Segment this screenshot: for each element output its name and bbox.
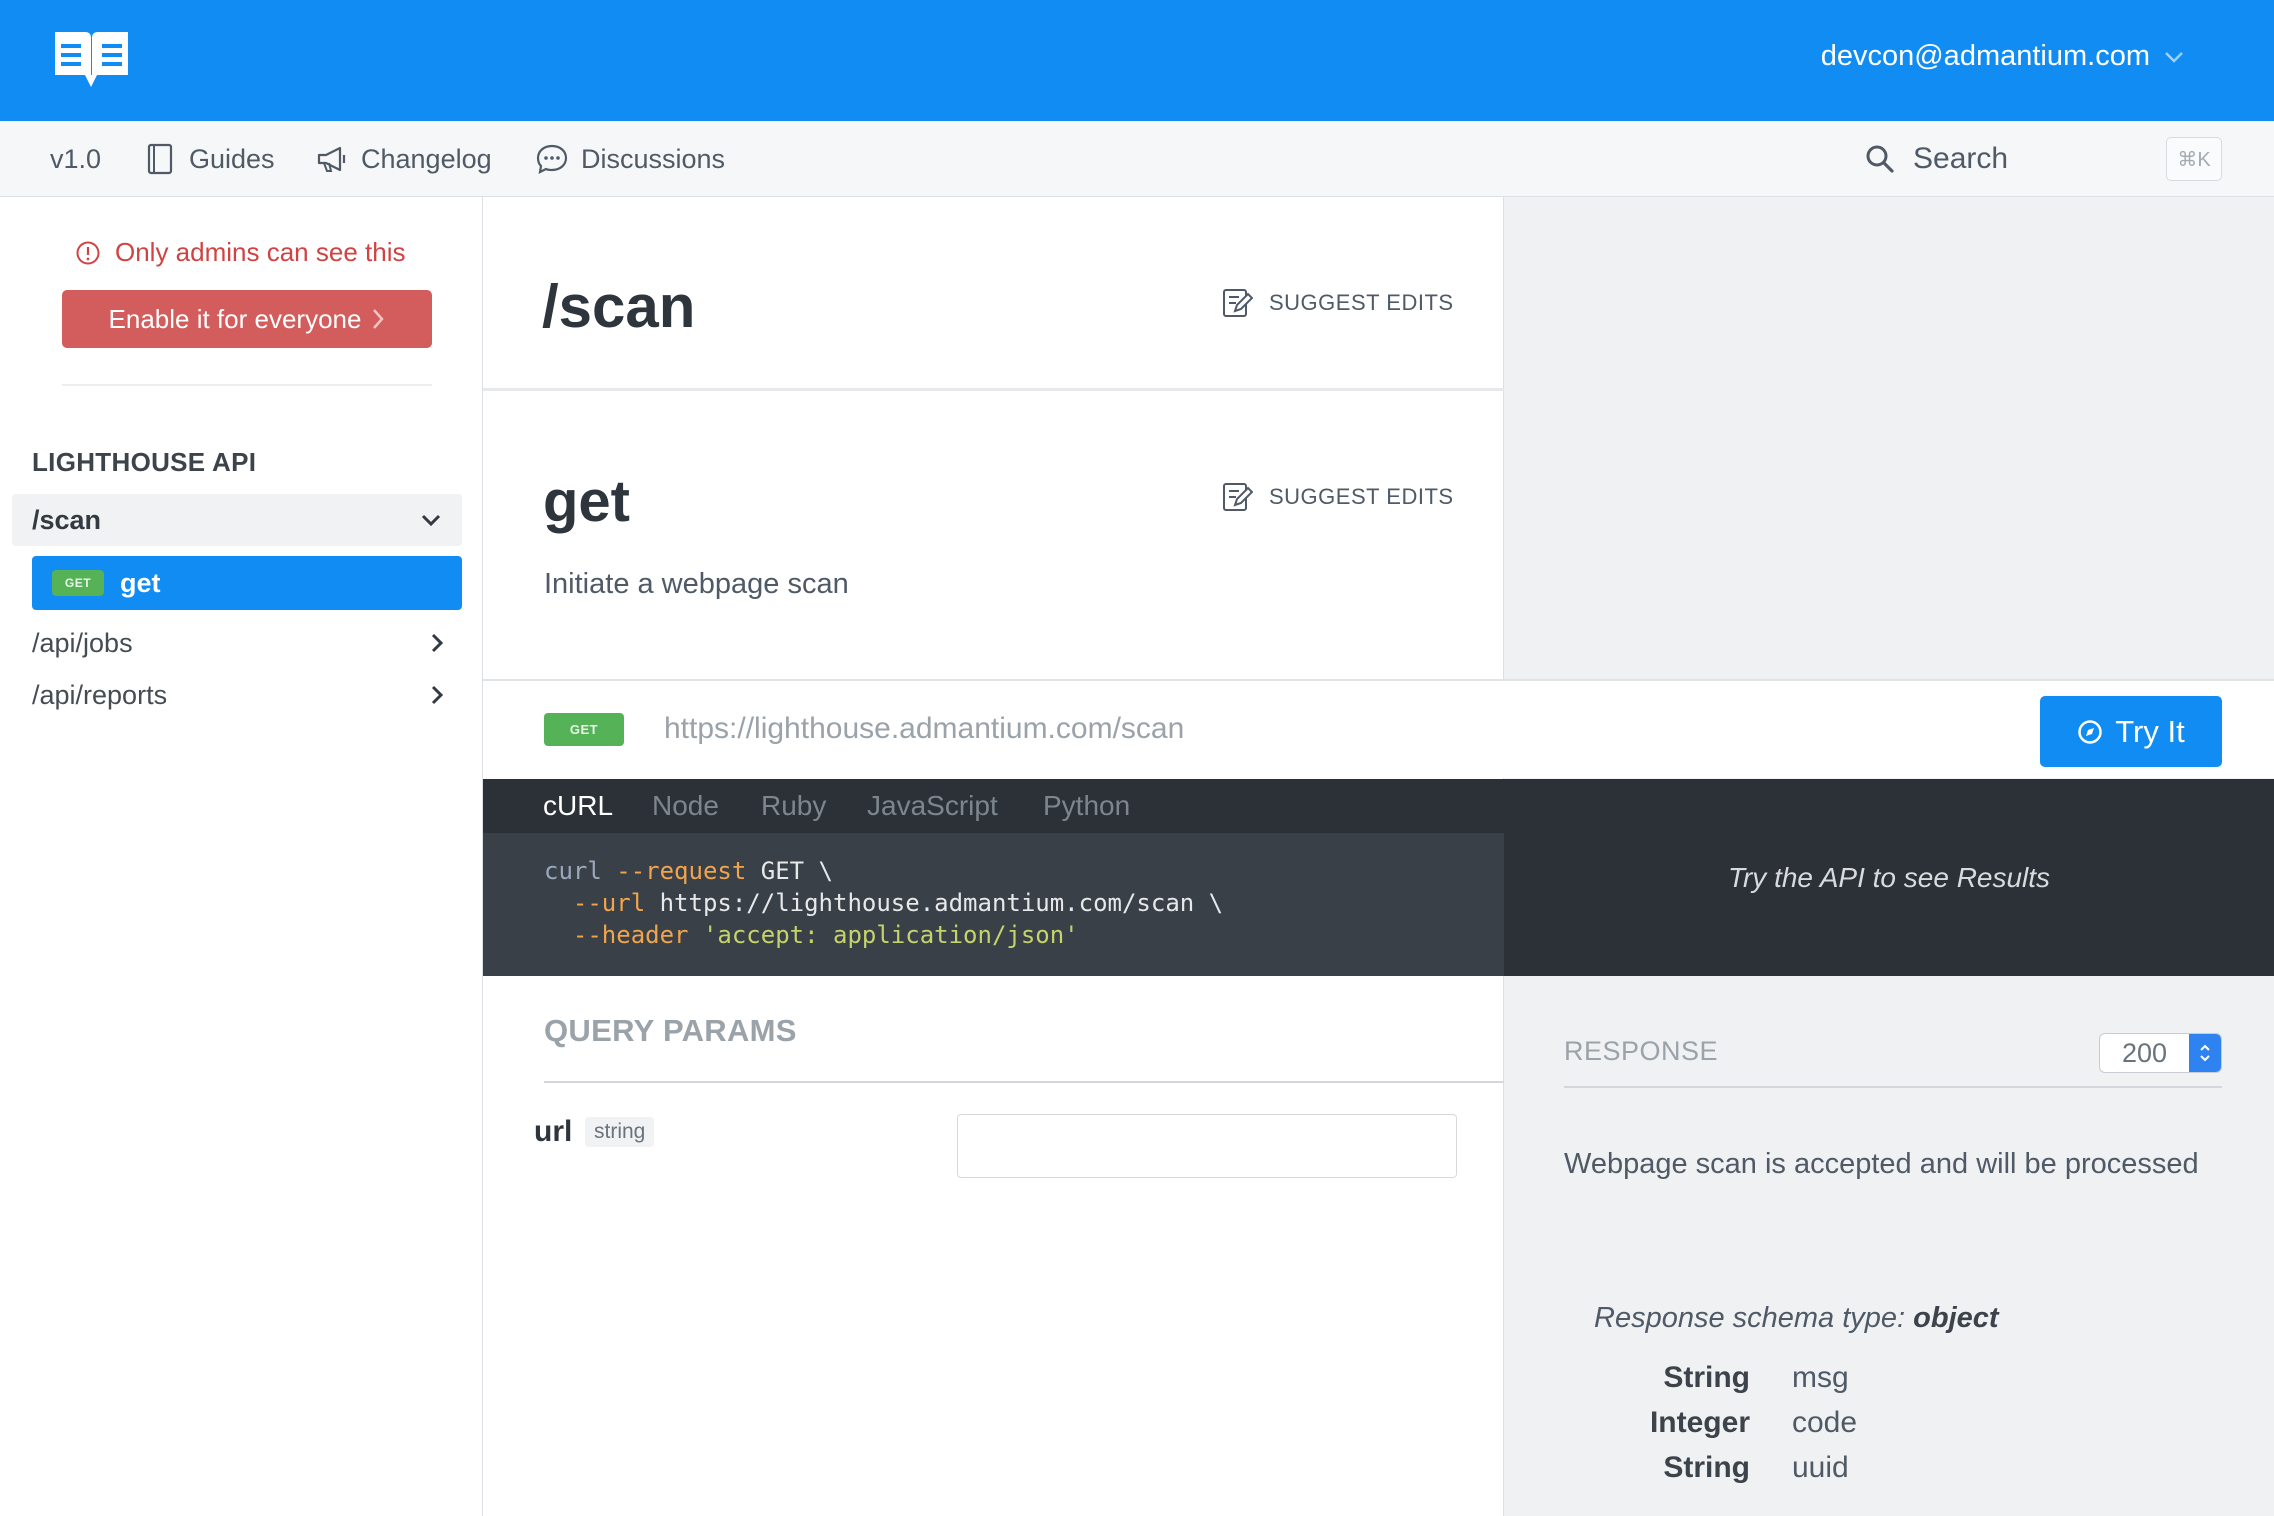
get-method-badge: GET	[52, 570, 104, 596]
sidebar: Only admins can see this Enable it for e…	[0, 197, 483, 1516]
try-it-button[interactable]: Try It	[2040, 696, 2222, 767]
chevron-right-icon	[373, 309, 385, 329]
chevron-down-icon	[2165, 51, 2183, 63]
edit-document-icon	[1223, 289, 1253, 317]
nav-guides[interactable]: Guides	[143, 121, 275, 197]
sidebar-item-scan-get[interactable]: GET get	[32, 556, 462, 610]
field-type: Integer	[1649, 1406, 1750, 1439]
response-status-select[interactable]: 200	[2099, 1033, 2222, 1073]
chevron-down-icon	[421, 514, 441, 527]
status-code-value: 200	[2121, 1037, 2168, 1068]
search-label: Search	[1913, 142, 2009, 175]
version-selector[interactable]: v1.0	[50, 121, 101, 197]
endpoint-url: https://lighthouse.admantium.com/scan	[664, 712, 1185, 745]
tab-javascript[interactable]: JavaScript	[867, 779, 998, 833]
operation-description: Initiate a webpage scan	[544, 568, 849, 600]
sidebar-item-api-jobs[interactable]: /api/jobs	[32, 623, 444, 663]
docs-logo-icon[interactable]	[51, 30, 132, 90]
tab-python[interactable]: Python	[1043, 779, 1130, 833]
suggest-edits-button[interactable]: SUGGEST EDITS	[1221, 481, 1454, 513]
results-hint: Try the API to see Results	[1727, 861, 2051, 893]
chat-bubble-icon	[536, 144, 568, 174]
tab-curl[interactable]: cURL	[543, 779, 613, 833]
schema-field-row: String msg	[1594, 1361, 2194, 1405]
sidebar-divider	[62, 384, 432, 386]
compass-icon	[2078, 719, 2103, 744]
search-icon	[1866, 145, 1894, 173]
select-arrows-icon	[2189, 1034, 2221, 1072]
chevron-right-icon	[431, 633, 444, 653]
url-param-input[interactable]	[957, 1114, 1457, 1178]
page-title: /scan	[542, 273, 696, 340]
edit-document-icon	[1223, 483, 1253, 511]
megaphone-icon	[317, 146, 346, 172]
admin-notice: Only admins can see this	[75, 237, 405, 268]
book-icon	[147, 143, 173, 175]
schema-field-row: String uuid	[1594, 1451, 2194, 1495]
response-schema-type: Response schema type: object	[1594, 1302, 1999, 1334]
tab-node[interactable]: Node	[652, 779, 719, 833]
user-email: devcon@admantium.com	[1820, 40, 2150, 72]
query-params-heading: QUERY PARAMS	[544, 1013, 797, 1048]
top-header: devcon@admantium.com	[0, 0, 2274, 121]
section-divider	[544, 1081, 1504, 1083]
param-name: url	[534, 1115, 573, 1148]
search-button[interactable]: Search	[1865, 121, 2008, 197]
nav-discussions[interactable]: Discussions	[535, 121, 725, 197]
sub-navigation: v1.0 Guides Changelog Discussions Search	[0, 121, 2274, 197]
suggest-edits-button[interactable]: SUGGEST EDITS	[1221, 287, 1454, 319]
operation-title: get	[543, 469, 630, 534]
field-name: msg	[1792, 1361, 1849, 1394]
enable-for-everyone-button[interactable]: Enable it for everyone	[62, 290, 432, 348]
sidebar-section-heading: LIGHTHOUSE API	[32, 447, 257, 477]
schema-field-row: Integer code	[1594, 1406, 2194, 1450]
response-description: Webpage scan is accepted and will be pro…	[1564, 1148, 2199, 1180]
sidebar-item-scan[interactable]: /scan	[12, 494, 462, 546]
field-type: String	[1663, 1361, 1750, 1394]
response-heading: RESPONSE	[1564, 1036, 1719, 1066]
search-shortcut: ⌘K	[2166, 137, 2222, 181]
user-menu[interactable]: devcon@admantium.com	[1821, 40, 2184, 73]
results-panel: Try the API to see Results	[1504, 779, 2274, 976]
field-name: uuid	[1792, 1451, 1849, 1484]
code-sample: curl --request GET \ --url https://light…	[544, 857, 1224, 949]
get-method-badge: GET	[544, 713, 624, 746]
section-divider	[483, 388, 1504, 391]
sidebar-item-api-reports[interactable]: /api/reports	[32, 675, 444, 715]
field-type: String	[1663, 1451, 1750, 1484]
section-divider	[1564, 1086, 2222, 1088]
tab-ruby[interactable]: Ruby	[761, 779, 826, 833]
chevron-right-icon	[431, 685, 444, 705]
field-name: code	[1792, 1406, 1858, 1439]
param-type-badge: string	[585, 1117, 655, 1147]
nav-changelog[interactable]: Changelog	[315, 121, 492, 197]
alert-circle-icon	[76, 241, 100, 264]
